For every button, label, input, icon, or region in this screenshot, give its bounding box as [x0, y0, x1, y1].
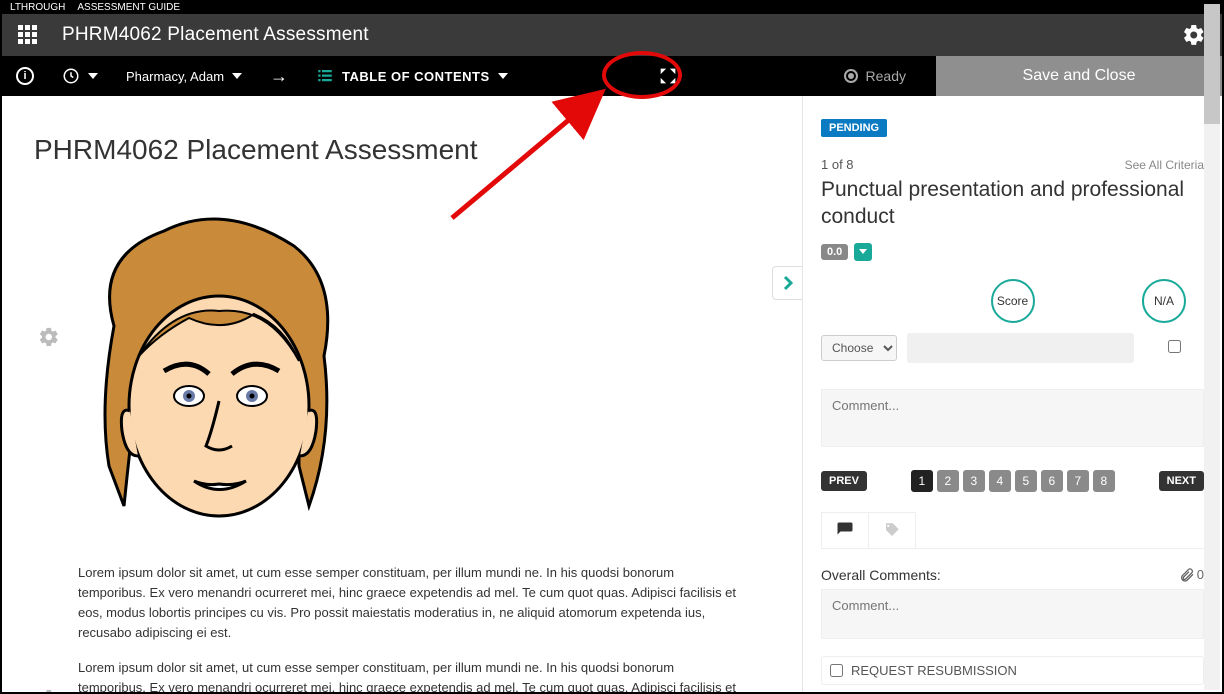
- document-title: PHRM4062 Placement Assessment: [34, 134, 778, 166]
- score-expand-button[interactable]: [854, 243, 872, 261]
- pager-numbers: 1 2 3 4 5 6 7 8: [911, 470, 1115, 492]
- ready-label: Ready: [866, 68, 906, 84]
- page-4[interactable]: 4: [989, 470, 1011, 492]
- ready-dot-icon: [844, 69, 858, 83]
- score-choose-select[interactable]: Choose: [821, 335, 897, 361]
- app-header: PHRM4062 Placement Assessment: [2, 14, 1222, 56]
- page-1[interactable]: 1: [911, 470, 933, 492]
- top-tabs-bar: LTHROUGH ASSESSMENT GUIDE: [2, 2, 1222, 14]
- page-8[interactable]: 8: [1093, 470, 1115, 492]
- prev-button[interactable]: PREV: [821, 471, 867, 491]
- next-button[interactable]: NEXT: [1159, 471, 1204, 491]
- page-6[interactable]: 6: [1041, 470, 1063, 492]
- user-selector[interactable]: Pharmacy, Adam: [112, 56, 256, 96]
- paragraph: Lorem ipsum dolor sit amet, ut cum esse …: [78, 563, 738, 644]
- document-pane: PHRM4062 Placement Assessment: [2, 96, 802, 692]
- next-user-button[interactable]: →: [256, 56, 302, 96]
- table-of-contents-button[interactable]: TABLE OF CONTENTS: [302, 56, 522, 96]
- chevron-down-icon: [498, 73, 508, 79]
- toolbar: i Pharmacy, Adam → TABLE OF CONTENTS Rea…: [2, 56, 1222, 96]
- paragraph: Lorem ipsum dolor sit amet, ut cum esse …: [78, 658, 738, 692]
- block-settings-icon[interactable]: [38, 326, 60, 348]
- criterion-comment-input[interactable]: [821, 389, 1204, 447]
- criterion-title: Punctual presentation and professional c…: [821, 176, 1204, 231]
- attachment-button[interactable]: 0: [1179, 567, 1204, 583]
- toc-label: TABLE OF CONTENTS: [342, 69, 490, 84]
- tab-assessment-guide[interactable]: ASSESSMENT GUIDE: [73, 2, 184, 14]
- criterion-count: 1 of 8: [821, 157, 854, 172]
- page-title: PHRM4062 Placement Assessment: [62, 24, 1182, 46]
- resubmission-checkbox[interactable]: [830, 664, 843, 677]
- student-avatar: [74, 206, 778, 539]
- na-column-header: N/A: [1142, 279, 1186, 323]
- request-resubmission-row[interactable]: REQUEST RESUBMISSION: [821, 656, 1204, 685]
- apps-grid-icon[interactable]: [18, 25, 38, 45]
- page-7[interactable]: 7: [1067, 470, 1089, 492]
- save-and-close-button[interactable]: Save and Close: [936, 56, 1222, 96]
- overall-comment-input[interactable]: [821, 589, 1204, 639]
- na-checkbox[interactable]: [1168, 340, 1181, 353]
- collapse-panel-button[interactable]: [772, 266, 802, 300]
- see-all-criteria-link[interactable]: See All Criteria: [1125, 158, 1204, 172]
- scrollbar-thumb[interactable]: [1204, 4, 1220, 124]
- chevron-down-icon: [232, 73, 242, 79]
- score-input[interactable]: [907, 333, 1134, 363]
- page-5[interactable]: 5: [1015, 470, 1037, 492]
- attachment-count: 0: [1197, 567, 1204, 582]
- overall-comments-label: Overall Comments:: [821, 567, 941, 583]
- score-column-header: Score: [991, 279, 1035, 323]
- status-ready: Ready: [814, 56, 936, 96]
- status-badge: PENDING: [821, 119, 887, 137]
- fullscreen-button[interactable]: [657, 65, 679, 87]
- history-button[interactable]: [48, 56, 112, 96]
- page-3[interactable]: 3: [963, 470, 985, 492]
- info-button[interactable]: i: [2, 56, 48, 96]
- tags-tab[interactable]: [868, 512, 916, 548]
- chevron-down-icon: [88, 73, 98, 79]
- grading-panel: PENDING 1 of 8 See All Criteria Punctual…: [802, 96, 1222, 692]
- score-value-badge: 0.0: [821, 244, 848, 260]
- resubmission-label: REQUEST RESUBMISSION: [851, 663, 1017, 678]
- block-settings-icon[interactable]: [38, 688, 60, 692]
- comments-tab[interactable]: [821, 512, 869, 548]
- tab-through[interactable]: LTHROUGH: [6, 2, 69, 14]
- user-name: Pharmacy, Adam: [126, 69, 224, 84]
- document-body: Lorem ipsum dolor sit amet, ut cum esse …: [78, 563, 738, 692]
- page-2[interactable]: 2: [937, 470, 959, 492]
- settings-gear-icon[interactable]: [1182, 23, 1206, 47]
